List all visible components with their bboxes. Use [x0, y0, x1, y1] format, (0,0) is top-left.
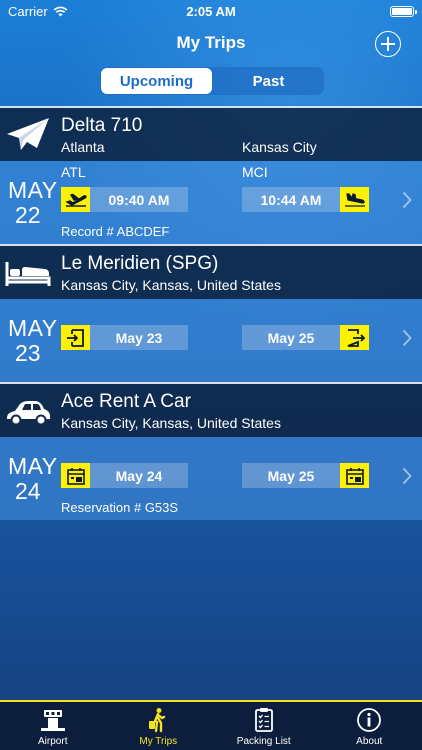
trip-month: MAY: [8, 177, 58, 203]
trip-header: Le Meridien (SPG) Kansas City, Kansas, U…: [0, 244, 422, 299]
clipboard-icon: [254, 708, 273, 732]
trip-month: MAY: [8, 315, 58, 341]
trip-card-flight[interactable]: Delta 710 Atlanta Kansas City MAY 22 ATL…: [0, 106, 422, 244]
chevron-right-icon: [402, 191, 412, 209]
tab-bar: Airport My Trips Packing List About: [0, 700, 422, 750]
departure-time: 09:40 AM: [90, 187, 188, 212]
add-trip-button[interactable]: [375, 31, 401, 57]
tab-label: Packing List: [236, 736, 291, 747]
departure-slot: 09:40 AM: [61, 187, 188, 212]
pickup-slot: May 24: [61, 463, 188, 488]
tab-label: Airport: [38, 736, 68, 747]
tab-my-trips[interactable]: My Trips: [106, 702, 212, 750]
page-title: My Trips: [176, 33, 246, 52]
return-calendar-icon: [340, 463, 369, 488]
destination-city: Kansas City: [242, 139, 317, 155]
trip-header: Delta 710 Atlanta Kansas City: [0, 106, 422, 161]
check-out-date: May 25: [242, 325, 340, 350]
trip-header: Ace Rent A Car Kansas City, Kansas, Unit…: [0, 382, 422, 437]
trip-day: 22: [15, 202, 41, 228]
info-icon: [357, 708, 382, 732]
status-time: 2:05 AM: [186, 3, 236, 19]
tab-label: My Trips: [139, 736, 178, 747]
arrival-time: 10:44 AM: [242, 187, 340, 212]
traveler-icon: [149, 708, 166, 733]
status-bar: Carrier 2:05 AM: [0, 0, 422, 22]
trip-location: Kansas City, Kansas, United States: [61, 415, 281, 431]
trip-detail: MAY 22 ATL MCI 09:40 AM 10:44 AM Record …: [0, 161, 422, 244]
check-out-icon: [340, 325, 369, 350]
trip-card-hotel[interactable]: Le Meridien (SPG) Kansas City, Kansas, U…: [0, 244, 422, 382]
takeoff-icon: [61, 187, 90, 212]
pickup-date: May 24: [90, 463, 188, 488]
destination-code: MCI: [242, 164, 268, 180]
trip-name: Le Meridien (SPG): [61, 253, 219, 274]
trip-detail: MAY 23 May 23 May 25: [0, 299, 422, 382]
tab-label: About: [356, 736, 383, 747]
trips-segmented-control: Upcoming Past: [100, 67, 324, 95]
wifi-icon: [53, 6, 68, 16]
trip-location: Kansas City, Kansas, United States: [61, 277, 281, 293]
origin-city: Atlanta: [61, 139, 105, 155]
return-slot: May 25: [242, 463, 369, 488]
origin-code: ATL: [61, 164, 86, 180]
trip-month: MAY: [8, 453, 58, 479]
paper-plane-icon: [7, 118, 49, 150]
tab-airport[interactable]: Airport: [0, 702, 106, 750]
check-in-icon: [61, 325, 90, 350]
bed-icon: [5, 262, 51, 286]
trip-detail: MAY 24 May 24 May 25 Reservation # G53S: [0, 437, 422, 520]
segment-past[interactable]: Past: [213, 67, 324, 95]
booking-record: Record # ABCDEF: [61, 224, 170, 239]
check-in-slot: May 23: [61, 325, 188, 350]
battery-icon: [390, 5, 417, 17]
segment-upcoming[interactable]: Upcoming: [101, 68, 212, 94]
carrier-label: Carrier: [8, 3, 48, 19]
chevron-right-icon: [402, 467, 412, 485]
landing-icon: [340, 187, 369, 212]
trip-name: Delta 710: [61, 115, 143, 136]
return-date: May 25: [242, 463, 340, 488]
tab-about[interactable]: About: [317, 702, 422, 750]
car-icon: [7, 401, 50, 426]
chevron-right-icon: [402, 329, 412, 347]
trip-name: Ace Rent A Car: [61, 391, 191, 412]
trip-day: 23: [15, 340, 41, 366]
control-tower-icon: [40, 710, 65, 731]
arrival-slot: 10:44 AM: [242, 187, 369, 212]
tab-packing-list[interactable]: Packing List: [211, 702, 317, 750]
reservation-number: Reservation # G53S: [61, 500, 179, 515]
trip-day: 24: [15, 478, 41, 504]
check-in-date: May 23: [90, 325, 188, 350]
trip-card-car[interactable]: Ace Rent A Car Kansas City, Kansas, Unit…: [0, 382, 422, 520]
pickup-calendar-icon: [61, 463, 90, 488]
check-out-slot: May 25: [242, 325, 369, 350]
